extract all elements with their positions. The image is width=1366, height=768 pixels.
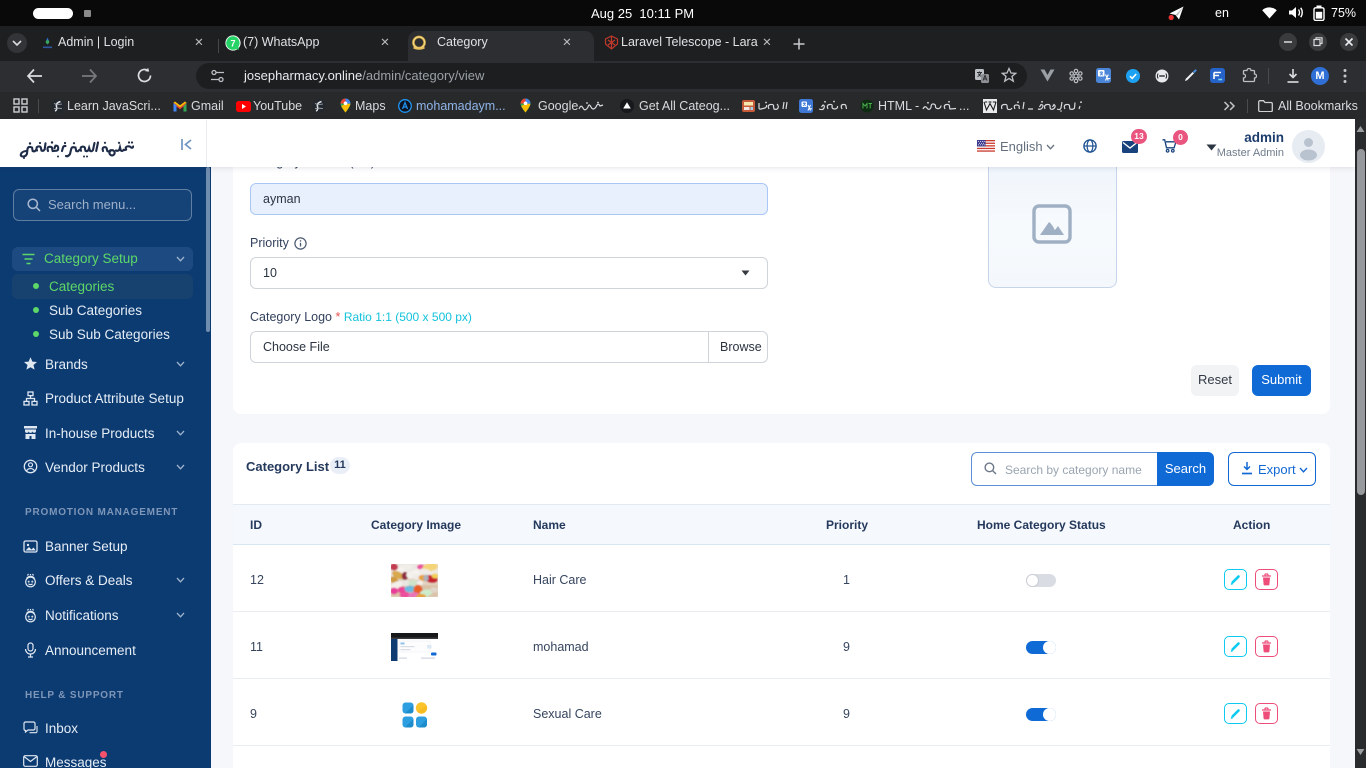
svg-text:7: 7 [230, 39, 235, 49]
